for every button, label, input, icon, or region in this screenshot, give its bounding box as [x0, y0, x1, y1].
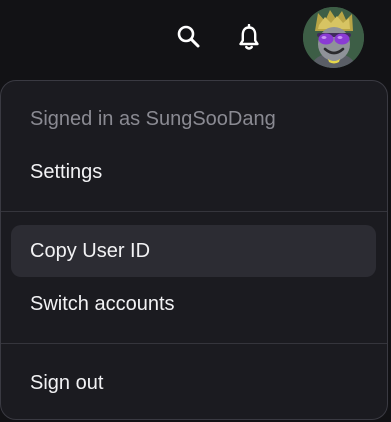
- user-avatar-icon: [303, 7, 364, 68]
- menu-item-label: Settings: [30, 160, 103, 183]
- menu-divider: [1, 211, 387, 212]
- menu-item-copy-user-id[interactable]: Copy User ID: [11, 225, 376, 277]
- account-menu: Signed in as SungSooDang Settings Copy U…: [0, 80, 388, 420]
- menu-item-switch-accounts[interactable]: Switch accounts: [11, 278, 376, 330]
- menu-item-settings[interactable]: Settings: [11, 146, 376, 198]
- menu-item-label: Copy User ID: [30, 239, 151, 262]
- search-button[interactable]: [171, 19, 207, 55]
- search-icon: [177, 25, 200, 48]
- menu-item-label: Sign out: [30, 371, 104, 394]
- avatar-button[interactable]: [303, 7, 364, 68]
- menu-item-sign-out[interactable]: Sign out: [11, 357, 376, 409]
- bell-icon: [239, 24, 259, 50]
- menu-item-label: Switch accounts: [30, 292, 175, 315]
- menu-divider: [1, 343, 387, 344]
- signed-in-label: Signed in as SungSooDang: [30, 108, 276, 130]
- notifications-button[interactable]: [231, 20, 267, 56]
- top-bar: [0, 0, 391, 76]
